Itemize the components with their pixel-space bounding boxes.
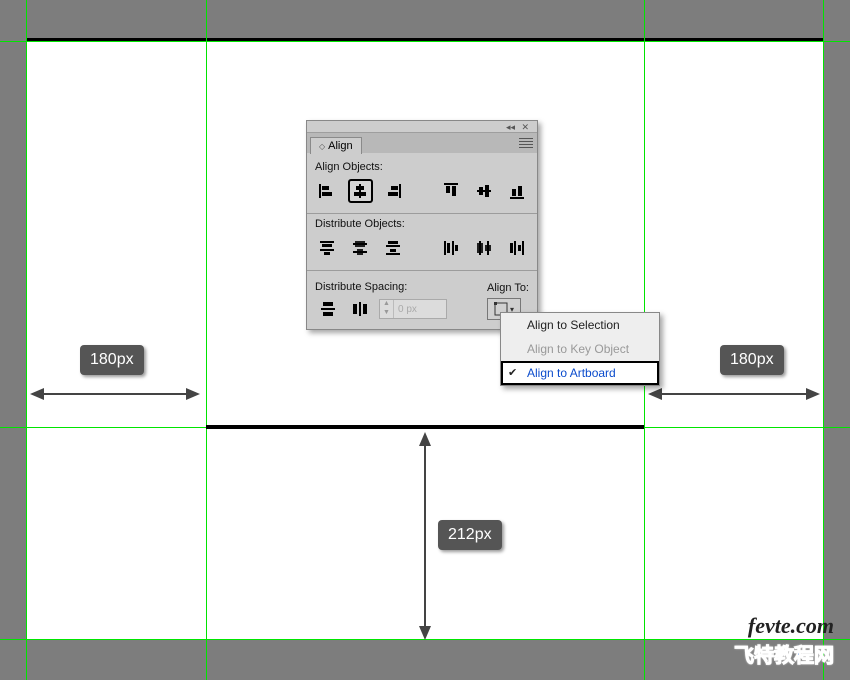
- section-align-to-label: Align To:: [487, 282, 529, 294]
- guide-vertical[interactable]: [26, 0, 27, 680]
- canvas-gray-top: [26, 0, 824, 38]
- section-align-objects-label: Align Objects:: [315, 161, 529, 173]
- vertical-distribute-bottom-icon[interactable]: [381, 236, 406, 260]
- watermark-url: fevte.com: [734, 613, 834, 639]
- canvas-gray-bottom: [26, 640, 824, 680]
- panel-tabbar: Align: [307, 133, 537, 153]
- vertical-distribute-center-icon[interactable]: [348, 236, 373, 260]
- arrow-head-down: [419, 626, 431, 640]
- measure-right-label: 180px: [720, 345, 784, 375]
- horizontal-distribute-left-icon[interactable]: [439, 236, 464, 260]
- vertical-distribute-space-icon[interactable]: [315, 297, 341, 321]
- menu-item-label: Align to Artboard: [527, 366, 616, 380]
- spacing-input[interactable]: [394, 304, 446, 315]
- menu-item-align-to-artboard[interactable]: ✔ Align to Artboard: [501, 361, 659, 385]
- align-objects-row: [315, 177, 529, 213]
- selected-rectangle[interactable]: [206, 425, 644, 429]
- section-distribute-spacing-label: Distribute Spacing:: [315, 281, 487, 293]
- watermark-brand: 飞特教程网: [734, 639, 834, 668]
- stepper-down-icon[interactable]: ▼: [380, 309, 394, 318]
- arrow-head-right: [186, 388, 200, 400]
- measure-left-label: 180px: [80, 345, 144, 375]
- tab-align[interactable]: Align: [310, 137, 362, 154]
- distribute-spacing-row: ▲▼: [315, 297, 487, 321]
- stepper-up-icon[interactable]: ▲: [380, 300, 394, 309]
- align-to-menu: Align to Selection Align to Key Object ✔…: [500, 312, 660, 386]
- measure-left-arrow: [42, 393, 188, 395]
- horizontal-align-left-icon[interactable]: [315, 179, 340, 203]
- distribute-objects-row: [315, 234, 529, 270]
- vertical-align-top-icon[interactable]: [439, 179, 464, 203]
- spacing-stepper[interactable]: ▲▼: [379, 299, 447, 319]
- vertical-align-bottom-icon[interactable]: [504, 179, 529, 203]
- panel-titlebar[interactable]: ◂◂ ✕: [307, 121, 537, 133]
- horizontal-align-right-icon[interactable]: [381, 179, 406, 203]
- panel-body: Align Objects: Distribute Objects: Distr…: [307, 153, 537, 329]
- vertical-distribute-top-icon[interactable]: [315, 236, 340, 260]
- guide-vertical[interactable]: [823, 0, 824, 680]
- arrow-head-up: [419, 432, 431, 446]
- panel-menu-icon[interactable]: [519, 136, 533, 150]
- horizontal-distribute-center-icon[interactable]: [471, 236, 496, 260]
- watermark: fevte.com 飞特教程网: [734, 613, 834, 668]
- arrow-head-left: [30, 388, 44, 400]
- guide-vertical[interactable]: [206, 0, 207, 680]
- collapse-icon[interactable]: ◂◂: [506, 122, 515, 133]
- measure-right-arrow: [660, 393, 808, 395]
- align-panel[interactable]: ◂◂ ✕ Align Align Objects: Distribute Obj…: [306, 120, 538, 330]
- guide-horizontal[interactable]: [0, 41, 850, 42]
- horizontal-distribute-space-icon[interactable]: [347, 297, 373, 321]
- arrow-head-right: [806, 388, 820, 400]
- vertical-align-center-icon[interactable]: [471, 179, 496, 203]
- check-icon: ✔: [508, 366, 517, 379]
- measure-bottom-arrow: [424, 444, 426, 628]
- close-icon[interactable]: ✕: [521, 122, 529, 133]
- menu-item-align-to-key-object: Align to Key Object: [501, 337, 659, 361]
- menu-item-align-to-selection[interactable]: Align to Selection: [501, 313, 659, 337]
- measure-bottom-label: 212px: [438, 520, 502, 550]
- horizontal-distribute-right-icon[interactable]: [504, 236, 529, 260]
- section-distribute-objects-label: Distribute Objects:: [315, 218, 529, 230]
- horizontal-align-center-icon[interactable]: [348, 179, 373, 203]
- arrow-head-left: [648, 388, 662, 400]
